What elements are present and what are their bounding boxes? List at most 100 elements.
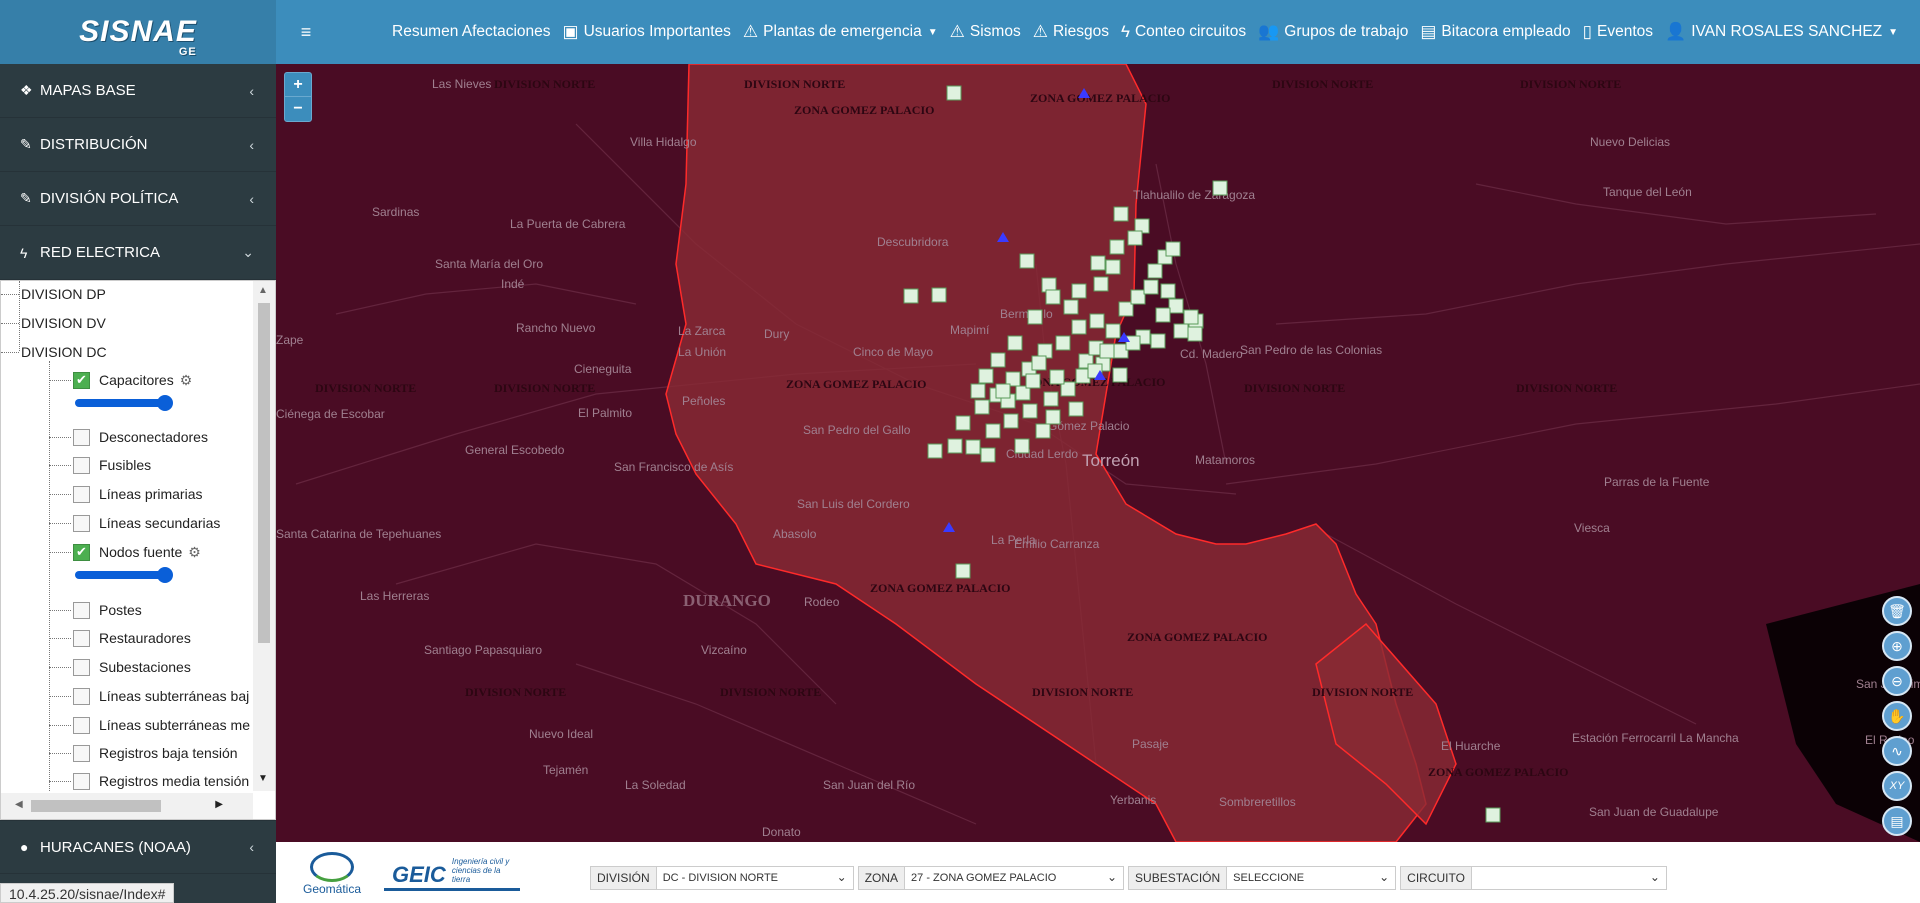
zoom-in-button[interactable]: + <box>285 73 311 97</box>
subestacion-select[interactable]: SELECCIONE ⌄ <box>1227 867 1396 889</box>
scroll-right-icon[interactable]: ▶ <box>215 799 223 810</box>
capacitor-marker-icon[interactable] <box>1007 335 1023 351</box>
layer-checkbox[interactable] <box>73 658 90 676</box>
layer-registros-media[interactable]: Registros media tensión <box>49 770 249 791</box>
layer-checkbox[interactable] <box>73 428 90 446</box>
layer-checkbox[interactable] <box>73 687 90 705</box>
layer-lineas-secundarias[interactable]: Líneas secundarias <box>49 512 220 534</box>
layer-checkbox[interactable] <box>73 456 90 474</box>
capacitor-marker-icon[interactable] <box>1049 369 1065 385</box>
zoom-control[interactable]: + − <box>284 72 312 122</box>
capacitores-opacity-slider[interactable] <box>75 395 173 411</box>
capacitor-marker-icon[interactable] <box>1027 309 1043 325</box>
map-view[interactable]: Las Nieves DIVISION NORTE DIVISION NORTE ZO… <box>276 64 1920 842</box>
scroll-down-icon[interactable]: ▼ <box>258 773 268 784</box>
menu-distribucion[interactable]: ✎ DISTRIBUCIÓN ‹ <box>0 118 276 172</box>
layer-checkbox[interactable] <box>73 601 90 619</box>
menu-red-electrica[interactable]: ϟ RED ELECTRICA ⌄ <box>0 226 276 280</box>
layers-tool-icon[interactable]: ▤ <box>1882 806 1912 836</box>
capacitor-marker-icon[interactable] <box>1173 323 1189 339</box>
nav-conteo-circuitos[interactable]: ϟ Conteo circuitos <box>1121 22 1246 42</box>
capacitor-marker-icon[interactable] <box>1112 367 1128 383</box>
nav-plantas-emergencia[interactable]: ⚠ Plantas de emergencia ▼ <box>743 22 938 42</box>
tree-division-dp[interactable]: DIVISION DP <box>1 283 106 305</box>
capacitor-marker-icon[interactable] <box>1035 423 1051 439</box>
capacitor-marker-icon[interactable] <box>1045 409 1061 425</box>
xy-icon[interactable]: XY <box>1882 771 1912 801</box>
scroll-left-icon[interactable]: ◀ <box>15 799 23 810</box>
layer-fusibles[interactable]: Fusibles <box>49 454 151 476</box>
capacitor-marker-icon[interactable] <box>1014 438 1030 454</box>
nav-sismos[interactable]: ⚠ Sismos <box>950 22 1021 42</box>
zoom-out-tool-icon[interactable]: ⊖ <box>1882 666 1912 696</box>
capacitor-marker-icon[interactable] <box>1022 403 1038 419</box>
zona-select[interactable]: 27 - ZONA GOMEZ PALACIO ⌄ <box>905 867 1124 889</box>
slider-knob[interactable] <box>157 567 173 583</box>
menu-mapas-base[interactable]: ❖ MAPAS BASE ‹ <box>0 64 276 118</box>
capacitor-marker-icon[interactable] <box>931 287 947 303</box>
layer-postes[interactable]: Postes <box>49 599 142 621</box>
capacitor-marker-icon[interactable] <box>1063 299 1079 315</box>
capacitor-marker-icon[interactable] <box>1055 335 1071 351</box>
capacitor-marker-icon[interactable] <box>980 447 996 463</box>
nav-riesgos[interactable]: ⚠ Riesgos <box>1033 22 1109 42</box>
circuito-select[interactable]: ⌄ <box>1471 867 1666 889</box>
nav-resumen-afectaciones[interactable]: Resumen Afectaciones <box>392 23 551 41</box>
scroll-thumb[interactable] <box>31 800 161 812</box>
layer-registros-baja[interactable]: Registros baja tensión <box>49 742 238 764</box>
gear-icon[interactable]: ⚙ <box>188 544 201 561</box>
capacitor-marker-icon[interactable] <box>1183 309 1199 325</box>
layer-lineas-subterraneas-baja[interactable]: Líneas subterráneas baj <box>49 685 249 707</box>
zoom-out-button[interactable]: − <box>285 97 311 121</box>
nodos-fuente-opacity-slider[interactable] <box>75 567 173 583</box>
capacitor-marker-icon[interactable] <box>974 399 990 415</box>
capacitor-marker-icon[interactable] <box>1155 307 1171 323</box>
circuito-filter[interactable]: CIRCUITO ⌄ <box>1400 866 1667 890</box>
capacitor-marker-icon[interactable] <box>1147 263 1163 279</box>
capacitor-marker-icon[interactable] <box>1090 255 1106 271</box>
capacitor-marker-icon[interactable] <box>1109 239 1125 255</box>
tree-division-dc[interactable]: DIVISION DC <box>1 341 107 363</box>
capacitor-marker-icon[interactable] <box>985 423 1001 439</box>
menu-division-politica[interactable]: ✎ DIVISIÓN POLÍTICA ‹ <box>0 172 276 226</box>
capacitor-marker-icon[interactable] <box>1160 283 1176 299</box>
nav-grupos-trabajo[interactable]: 👥 Grupos de trabajo <box>1258 22 1408 42</box>
tree-vertical-scrollbar[interactable]: ▲ ▼ <box>253 281 275 791</box>
capacitor-marker-icon[interactable] <box>1165 241 1181 257</box>
capacitor-marker-icon[interactable] <box>1099 343 1115 359</box>
capacitor-marker-icon[interactable] <box>1025 373 1041 389</box>
capacitor-marker-icon[interactable] <box>1130 289 1146 305</box>
capacitor-marker-icon[interactable] <box>947 438 963 454</box>
layer-checkbox[interactable] <box>73 629 90 647</box>
capacitor-marker-icon[interactable] <box>1031 355 1047 371</box>
layer-desconectadores[interactable]: Desconectadores <box>49 426 208 448</box>
capacitor-marker-icon[interactable] <box>1150 333 1166 349</box>
gear-icon[interactable]: ⚙ <box>180 372 193 389</box>
layer-capacitores[interactable]: Capacitores ⚙ <box>49 369 192 391</box>
layer-nodos-fuente[interactable]: Nodos fuente ⚙ <box>49 541 201 563</box>
layer-checkbox[interactable] <box>73 716 90 734</box>
capacitor-marker-icon[interactable] <box>946 85 962 101</box>
capacitor-marker-icon[interactable] <box>1093 276 1109 292</box>
capacitor-marker-icon[interactable] <box>955 563 971 579</box>
capacitor-marker-icon[interactable] <box>1485 807 1501 823</box>
capacitor-marker-icon[interactable] <box>978 368 994 384</box>
capacitor-marker-icon[interactable] <box>927 443 943 459</box>
subestacion-filter[interactable]: SUBESTACIÓN SELECCIONE ⌄ <box>1128 866 1397 890</box>
capacitor-marker-icon[interactable] <box>1127 230 1143 246</box>
capacitor-marker-icon[interactable] <box>1071 283 1087 299</box>
layer-checkbox[interactable] <box>73 514 90 532</box>
zona-filter[interactable]: ZONA 27 - ZONA GOMEZ PALACIO ⌄ <box>857 866 1125 890</box>
capacitor-marker-icon[interactable] <box>903 288 919 304</box>
layer-checkbox[interactable] <box>73 371 90 389</box>
capacitor-marker-icon[interactable] <box>1105 259 1121 275</box>
nav-eventos[interactable]: ▯ Eventos <box>1583 22 1653 42</box>
layer-checkbox[interactable] <box>73 543 90 561</box>
trash-icon[interactable]: 🗑 <box>1882 596 1912 626</box>
hand-icon[interactable]: ✋ <box>1882 701 1912 731</box>
scroll-up-icon[interactable]: ▲ <box>258 285 268 296</box>
capacitor-marker-icon[interactable] <box>1043 391 1059 407</box>
capacitor-marker-icon[interactable] <box>1187 326 1203 342</box>
hamburger-menu-icon[interactable]: ≡ <box>276 22 336 43</box>
layer-restauradores[interactable]: Restauradores <box>49 627 191 649</box>
